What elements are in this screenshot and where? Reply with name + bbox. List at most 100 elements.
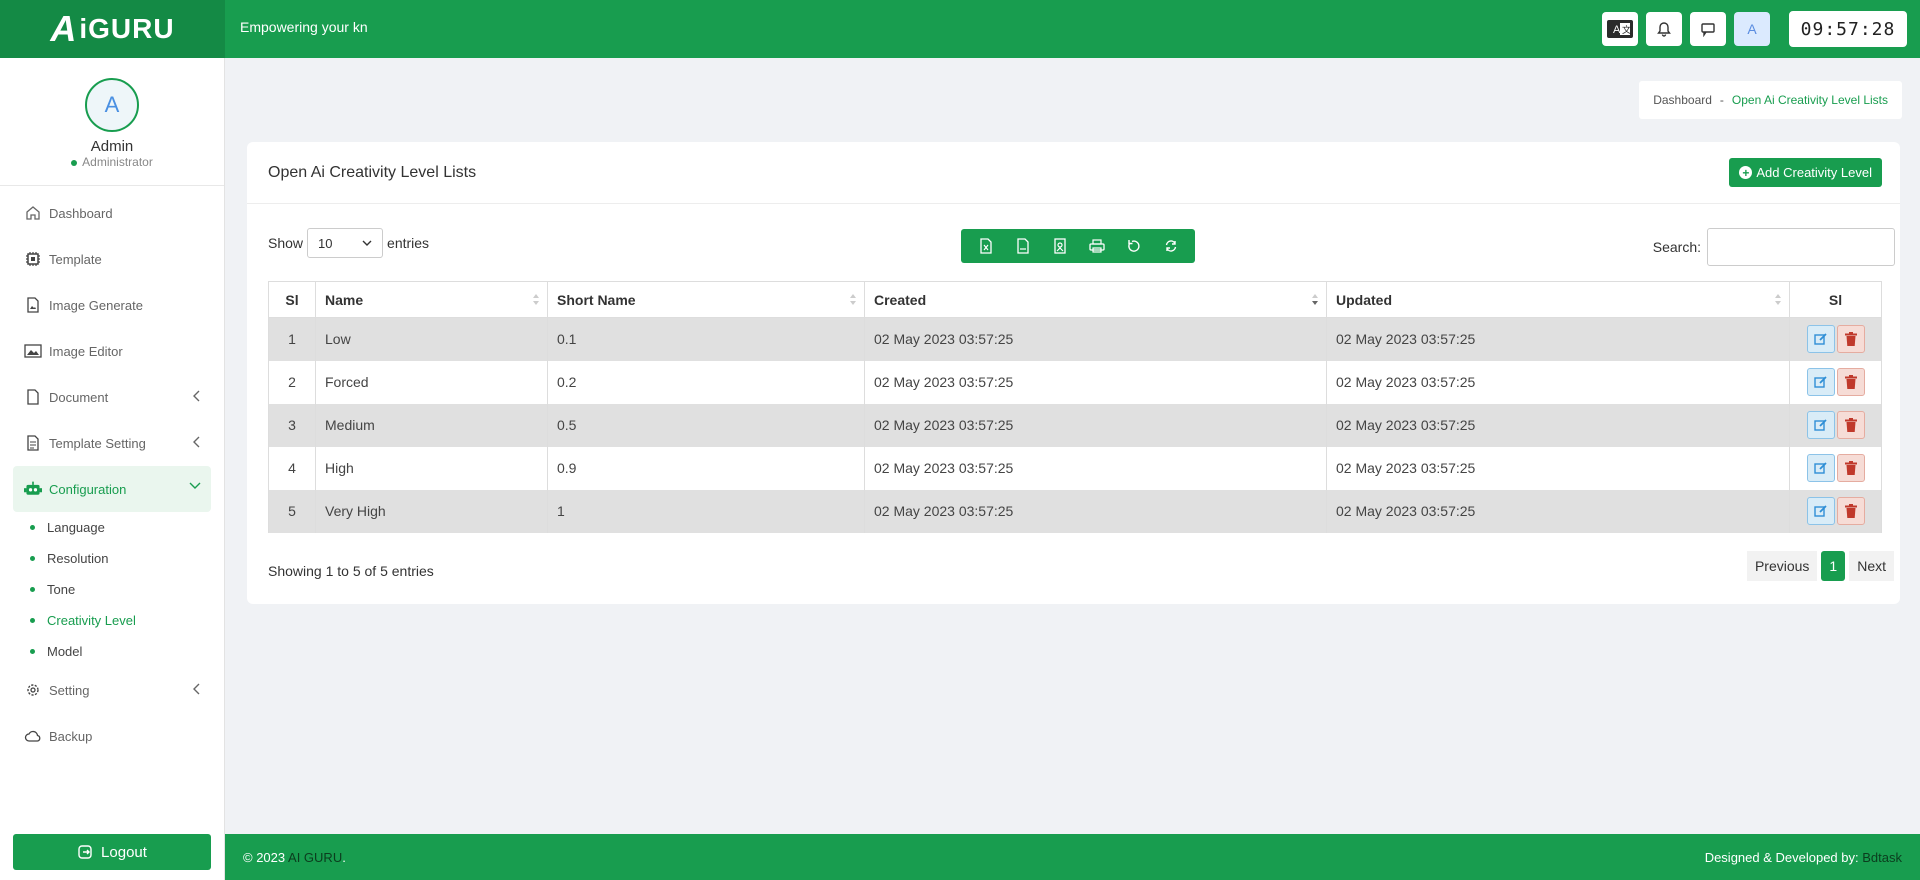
user-avatar-button[interactable]: A: [1734, 12, 1770, 46]
edit-button[interactable]: [1806, 454, 1835, 482]
page-title: Open Ai Creativity Level Lists: [268, 164, 477, 181]
cell-updated: 02 May 2023 03:57:25: [1326, 360, 1790, 404]
translate-button[interactable]: A文: [1602, 12, 1638, 46]
cell-sl: 1: [268, 317, 316, 361]
show-label: Show: [268, 235, 304, 251]
submenu-item-model[interactable]: Model: [30, 636, 224, 667]
table-info: Showing 1 to 5 of 5 entries: [268, 563, 434, 579]
cell-actions: [1789, 360, 1882, 404]
submenu-item-creativity-level[interactable]: Creativity Level: [30, 605, 224, 636]
sidebar-item-setting[interactable]: Setting: [13, 667, 211, 713]
rotate-icon: [1127, 240, 1140, 252]
search-control: Search:: [1653, 228, 1895, 266]
previous-page-button[interactable]: Previous: [1746, 551, 1818, 581]
breadcrumb-current: Open Ai Creativity Level Lists: [1731, 93, 1888, 107]
search-input[interactable]: [1707, 228, 1895, 266]
sidebar-item-image-generate[interactable]: Image Generate: [13, 282, 211, 328]
csv-export-button[interactable]: [1004, 229, 1041, 263]
delete-button[interactable]: [1836, 411, 1865, 439]
trash-icon: [1844, 418, 1857, 432]
page-1-button[interactable]: 1: [1821, 551, 1846, 581]
column-header-name[interactable]: Name: [315, 281, 548, 318]
edit-icon: [1813, 505, 1827, 517]
delete-button[interactable]: [1836, 325, 1865, 354]
breadcrumb-separator: -: [1719, 93, 1724, 107]
sidebar-item-label: Setting: [49, 682, 90, 698]
column-header-created[interactable]: Created: [864, 281, 1327, 318]
online-dot: [71, 159, 78, 166]
profile-name: Admin: [90, 138, 134, 155]
edit-icon: [1813, 376, 1827, 388]
excel-export-button[interactable]: [967, 229, 1004, 263]
sidebar-nav: Dashboard Template Image Generate Image …: [0, 186, 224, 759]
trash-icon: [1844, 375, 1857, 389]
logo-text: iGURU: [79, 13, 175, 44]
sidebar-item-label: Image Generate: [49, 297, 143, 313]
sidebar-item-configuration[interactable]: Configuration: [13, 466, 211, 512]
cell-actions: [1789, 403, 1882, 447]
edit-icon: [1813, 419, 1827, 431]
logout-button[interactable]: Logout: [13, 834, 211, 870]
cell-updated: 02 May 2023 03:57:25: [1326, 446, 1790, 490]
cell-name: Low: [315, 317, 548, 361]
copyright-text: © 2023: [243, 850, 286, 865]
file-image-icon: [24, 296, 42, 314]
footer-brand-link[interactable]: AI GURU: [288, 850, 342, 865]
page-size-select[interactable]: 10: [307, 228, 384, 258]
column-header-sl[interactable]: Sl: [268, 281, 316, 318]
message-icon: [1701, 23, 1715, 37]
sidebar-item-label: Dashboard: [49, 205, 113, 221]
sidebar-item-template[interactable]: Template: [13, 236, 211, 282]
logo[interactable]: AiGURU: [0, 0, 225, 58]
column-header-actions[interactable]: Sl: [1789, 281, 1882, 318]
export-toolbar: [961, 229, 1195, 263]
header-actions: A文 A: [1602, 12, 1770, 46]
sidebar-item-backup[interactable]: Backup: [13, 713, 211, 759]
delete-button[interactable]: [1836, 497, 1865, 525]
svg-text:文: 文: [1622, 24, 1631, 35]
message-button[interactable]: [1690, 12, 1726, 46]
column-header-short-name[interactable]: Short Name: [547, 281, 865, 318]
refresh-button[interactable]: [1152, 229, 1189, 263]
cell-sl: 5: [268, 489, 316, 533]
home-icon: [24, 204, 42, 222]
pdf-export-button[interactable]: [1041, 229, 1078, 263]
card-header: Open Ai Creativity Level Lists + Add Cre…: [247, 142, 1900, 204]
print-button[interactable]: [1078, 229, 1115, 263]
cell-short-name: 0.2: [547, 360, 865, 404]
tagline: Empowering your kn: [240, 19, 368, 35]
sidebar-item-image-editor[interactable]: Image Editor: [13, 328, 211, 374]
reset-button[interactable]: [1115, 229, 1152, 263]
sidebar-item-dashboard[interactable]: Dashboard: [13, 190, 211, 236]
file-excel-icon: [979, 238, 992, 254]
sidebar-item-template-setting[interactable]: Template Setting: [13, 420, 211, 466]
cell-updated: 02 May 2023 03:57:25: [1326, 403, 1790, 447]
company-link[interactable]: Bdtask: [1862, 850, 1902, 865]
logo-letter: A: [50, 8, 78, 49]
submenu-item-resolution[interactable]: Resolution: [30, 543, 224, 574]
delete-button[interactable]: [1836, 454, 1865, 482]
delete-button[interactable]: [1836, 368, 1865, 396]
next-page-button[interactable]: Next: [1849, 551, 1894, 581]
sidebar-item-label: Configuration: [49, 481, 127, 497]
edit-button[interactable]: [1806, 325, 1835, 354]
edit-button[interactable]: [1806, 497, 1835, 525]
submenu-item-language[interactable]: Language: [30, 512, 224, 543]
edit-button[interactable]: [1806, 368, 1835, 396]
profile: A Admin Administrator: [0, 58, 224, 186]
footer: © 2023 AI GURU. Designed & Developed by:…: [225, 834, 1920, 880]
column-header-updated[interactable]: Updated: [1326, 281, 1790, 318]
page-size-control: Show 10 entries: [268, 228, 429, 258]
notification-button[interactable]: [1646, 12, 1682, 46]
avatar[interactable]: A: [85, 78, 139, 132]
cell-sl: 2: [268, 360, 316, 404]
edit-button[interactable]: [1806, 411, 1835, 439]
sidebar-item-label: Backup: [49, 728, 93, 744]
add-creativity-level-button[interactable]: + Add Creativity Level: [1729, 158, 1882, 187]
breadcrumb-home[interactable]: Dashboard: [1653, 93, 1712, 107]
submenu-item-tone[interactable]: Tone: [30, 574, 224, 605]
submenu-label: Resolution: [47, 551, 109, 566]
footer-credit: Designed & Developed by: Bdtask: [1705, 850, 1902, 865]
cell-actions: [1789, 446, 1882, 490]
sidebar-item-document[interactable]: Document: [13, 374, 211, 420]
